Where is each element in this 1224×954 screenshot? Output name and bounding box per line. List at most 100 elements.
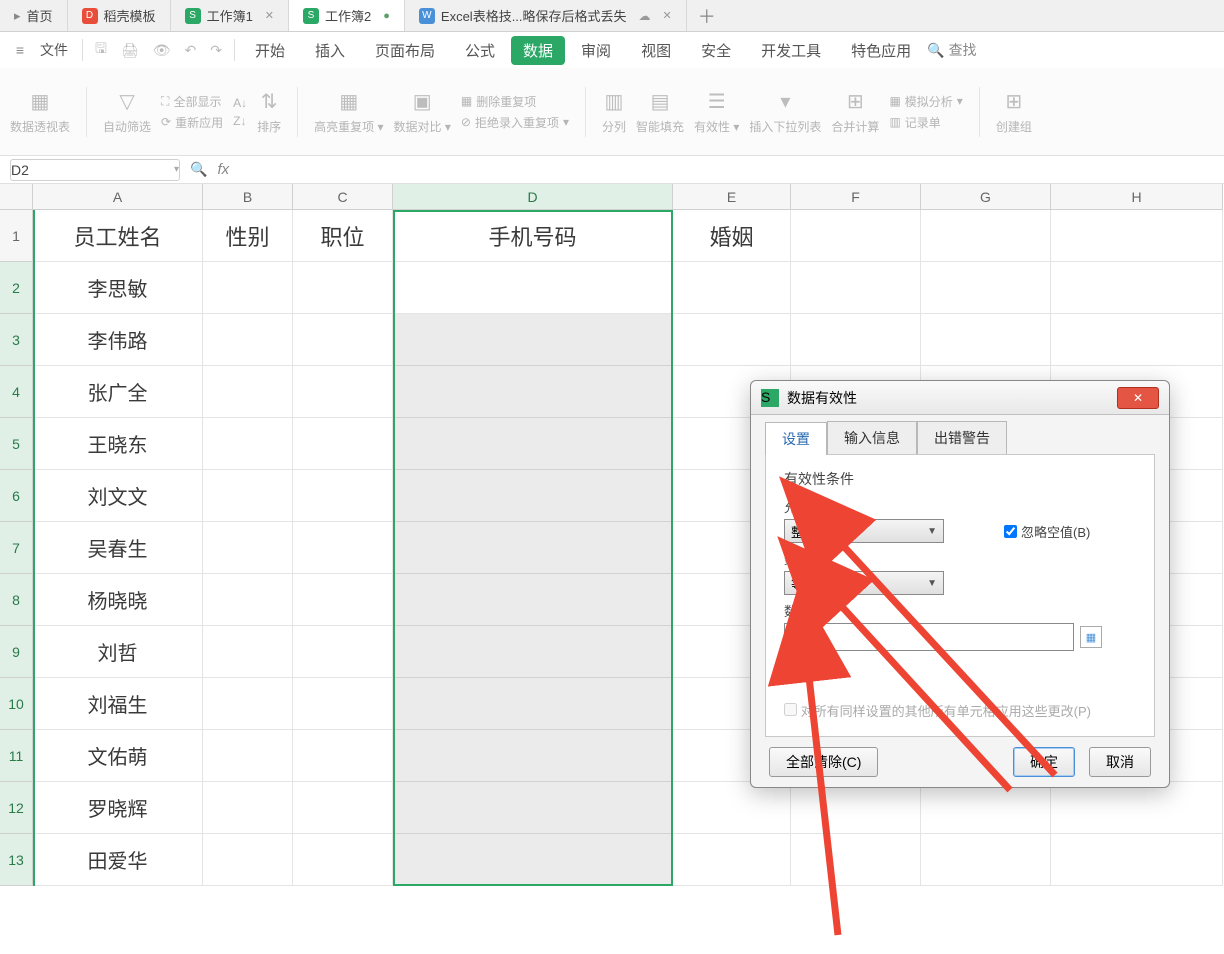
cell[interactable]: 李思敏 [33,262,203,314]
preview-icon[interactable]: 👁 [147,42,177,59]
save-icon[interactable]: 🖫 [89,38,113,62]
cell[interactable] [203,418,293,470]
row-header[interactable]: 2 [0,262,33,314]
dialog-titlebar[interactable]: S 数据有效性 ✕ [751,381,1169,415]
cell[interactable]: 罗晓辉 [33,782,203,834]
cell[interactable] [791,314,921,366]
zoom-icon[interactable]: 🔍 [190,161,207,178]
tab-home[interactable]: ▸ 首页 [0,0,68,31]
cell[interactable] [203,366,293,418]
tab-workbook2[interactable]: S 工作簿2 ● [289,0,405,31]
cell[interactable] [293,262,393,314]
allow-combo[interactable]: 整数 ▼ [784,519,944,543]
cell[interactable]: 刘哲 [33,626,203,678]
tool-insert-dropdown[interactable]: ▾ 插入下拉列表 [749,89,821,135]
tab-templates[interactable]: D 稻壳模板 [68,0,171,31]
cell[interactable] [293,626,393,678]
row-header[interactable]: 1 [0,210,33,262]
row-header[interactable]: 6 [0,470,33,522]
close-icon[interactable]: ✕ [265,9,274,22]
new-tab-button[interactable]: ＋ [687,0,727,31]
cell[interactable] [203,574,293,626]
tool-record[interactable]: ▥ 记录单 [889,114,962,131]
tool-sort-az[interactable]: A↓ [233,96,247,110]
cell[interactable] [203,522,293,574]
cell[interactable] [1051,782,1223,834]
cell[interactable] [293,574,393,626]
undo-icon[interactable]: ↶ [179,42,203,59]
cell[interactable] [293,522,393,574]
tool-reject-dup[interactable]: ⊘ 拒绝录入重复项 ▾ [461,114,569,131]
close-icon[interactable]: ✕ [663,9,672,22]
dialog-tab-settings[interactable]: 设置 [765,422,827,455]
tool-del-dup[interactable]: ▦ 删除重复项 [461,93,569,110]
cell[interactable] [673,314,791,366]
cell[interactable] [293,470,393,522]
search-button[interactable]: 🔍 查找 [927,40,976,60]
redo-icon[interactable]: ↷ [204,42,228,59]
cell[interactable] [1051,210,1223,262]
cell[interactable] [791,782,921,834]
cell[interactable] [1051,314,1223,366]
dialog-tab-input-msg[interactable]: 输入信息 [827,421,917,454]
tool-highlight-dup[interactable]: ▦ 高亮重复项 ▾ [314,89,383,135]
column-header-G[interactable]: G [921,184,1051,210]
row-header[interactable]: 8 [0,574,33,626]
cell[interactable] [203,834,293,886]
cell[interactable]: 刘福生 [33,678,203,730]
cancel-button[interactable]: 取消 [1089,747,1151,777]
row-header[interactable]: 3 [0,314,33,366]
cell[interactable] [293,730,393,782]
ribbon-view[interactable]: 视图 [627,36,685,65]
cell[interactable] [293,678,393,730]
cell[interactable]: 性别 [203,210,293,262]
ribbon-security[interactable]: 安全 [687,36,745,65]
ribbon-special[interactable]: 特色应用 [837,36,925,65]
row-header[interactable]: 7 [0,522,33,574]
cell[interactable]: 刘文文 [33,470,203,522]
row-header[interactable]: 9 [0,626,33,678]
cell[interactable] [921,262,1051,314]
cell[interactable] [203,626,293,678]
column-header-F[interactable]: F [791,184,921,210]
file-menu[interactable]: 文件 [32,36,76,64]
cell[interactable]: 王晓东 [33,418,203,470]
cell[interactable] [791,210,921,262]
cell[interactable] [293,782,393,834]
cell[interactable] [293,366,393,418]
column-header-B[interactable]: B [203,184,293,210]
cell[interactable] [791,262,921,314]
ribbon-formulas[interactable]: 公式 [451,36,509,65]
row-header[interactable]: 13 [0,834,33,886]
cell[interactable] [203,262,293,314]
tool-smart-fill[interactable]: ▤ 智能填充 [636,89,684,135]
column-header-H[interactable]: H [1051,184,1223,210]
data-combo[interactable]: 等于 ▼ [784,571,944,595]
cell[interactable] [203,678,293,730]
row-header[interactable]: 5 [0,418,33,470]
tool-pivot[interactable]: ▦ 数据透视表 [10,89,70,135]
cell[interactable] [673,782,791,834]
name-box[interactable]: D2▾ [10,159,180,181]
column-header-E[interactable]: E [673,184,791,210]
ignore-blank-checkbox[interactable]: 忽略空值(B) [1004,522,1090,541]
cell[interactable] [921,834,1051,886]
cell[interactable] [293,834,393,886]
tool-sort[interactable]: ⇅ 排序 [257,89,281,135]
cell[interactable] [203,730,293,782]
cell[interactable]: 田爱华 [33,834,203,886]
cell[interactable] [1051,262,1223,314]
cell[interactable]: 婚姻 [673,210,791,262]
cell[interactable]: 张广全 [33,366,203,418]
cell[interactable]: 员工姓名 [33,210,203,262]
ribbon-review[interactable]: 审阅 [567,36,625,65]
ok-button[interactable]: 确定 [1013,747,1075,777]
dialog-tab-error-alert[interactable]: 出错警告 [917,421,1007,454]
row-header[interactable]: 10 [0,678,33,730]
row-header[interactable]: 11 [0,730,33,782]
formula-input[interactable] [239,159,1214,181]
tool-validation[interactable]: ☰ 有效性 ▾ [694,89,739,135]
cell[interactable] [203,782,293,834]
dialog-close-button[interactable]: ✕ [1117,387,1159,409]
cell[interactable]: 职位 [293,210,393,262]
